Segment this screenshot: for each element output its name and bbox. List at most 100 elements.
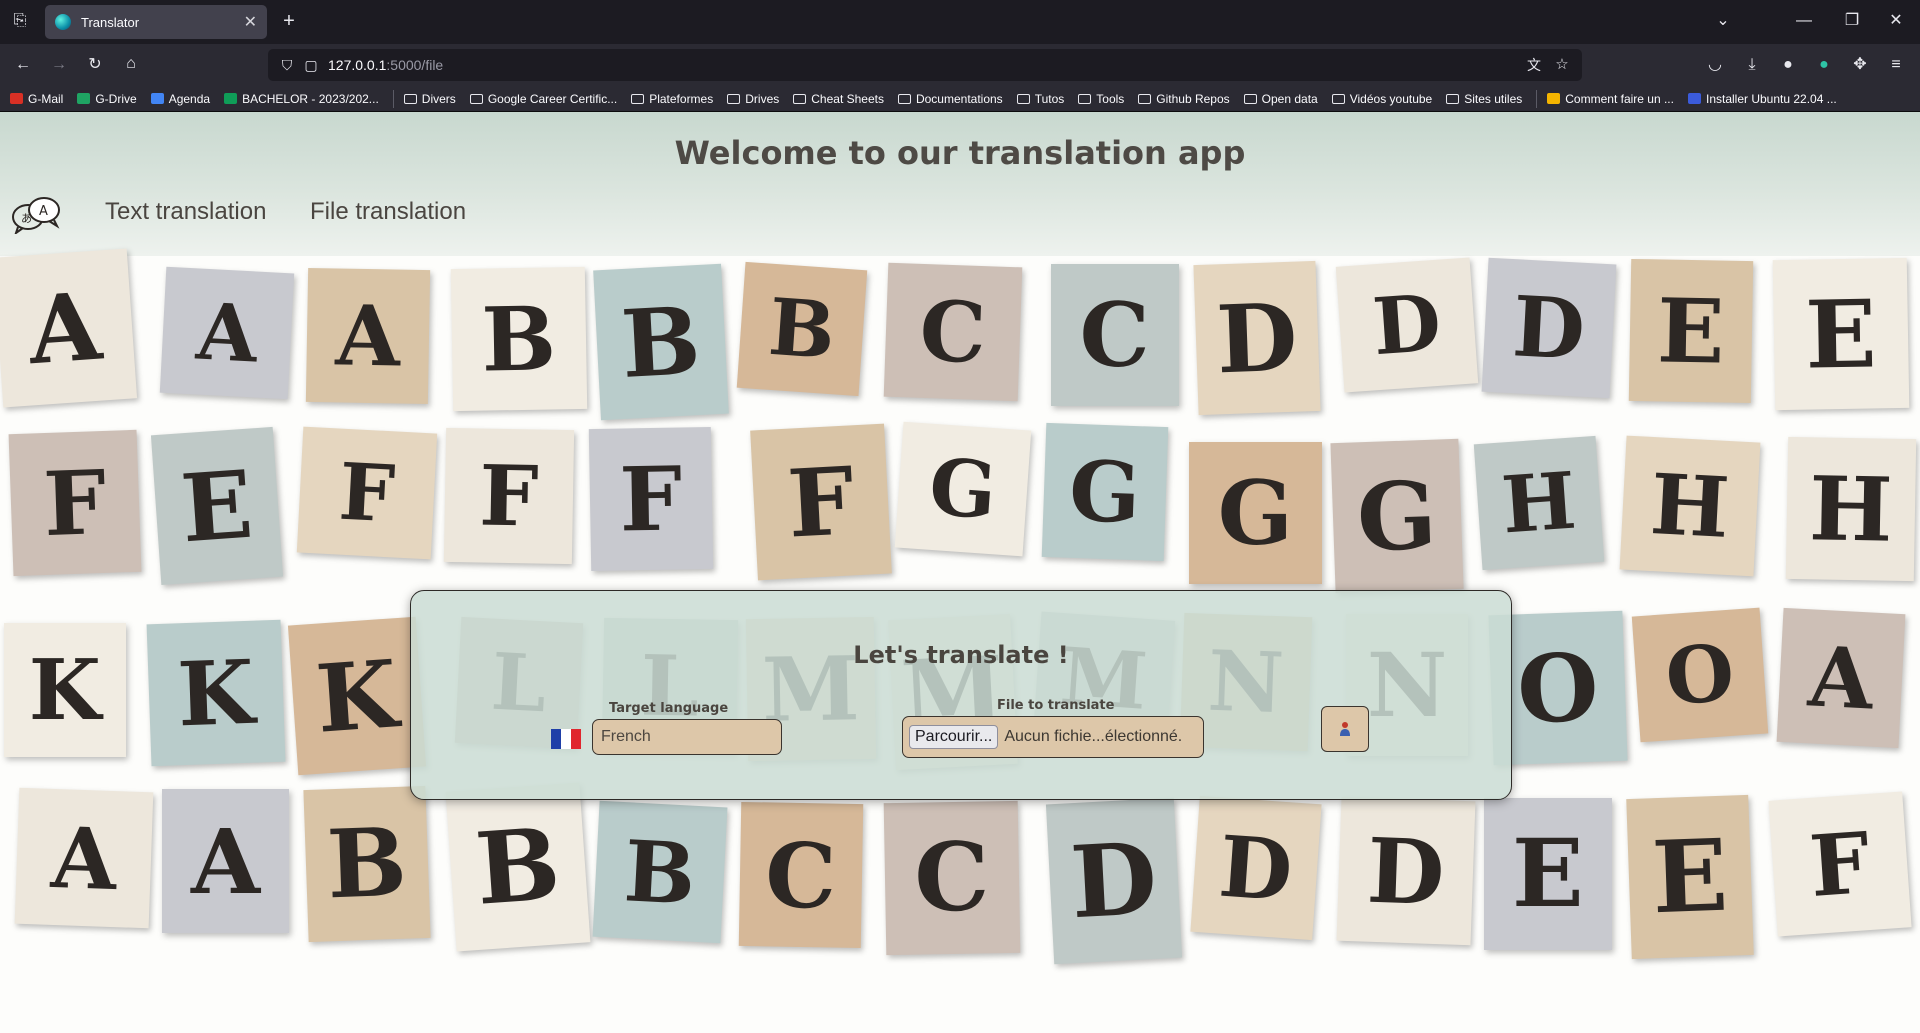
url-text: 127.0.0.1:5000/file	[328, 57, 444, 73]
folder-icon	[897, 93, 911, 104]
nav-file-translation[interactable]: File translation	[310, 198, 466, 226]
translate-card: Let's translate ! Target language French…	[410, 590, 1512, 800]
letter-scrap: F	[443, 427, 574, 565]
bookmark-label: Documentations	[915, 91, 1003, 106]
french-flag-icon	[551, 729, 581, 749]
bookmark-item[interactable]: Installer Ubuntu 22.04 ...	[1687, 92, 1837, 106]
letter-scrap: B	[445, 782, 591, 952]
bookmark-label: Google Career Certific...	[487, 91, 618, 106]
bookmark-item[interactable]: Plateformes	[631, 92, 713, 106]
letter-scrap: E	[1483, 798, 1612, 950]
letter-scrap: A	[159, 266, 294, 400]
translate-logo-icon[interactable]: A あ	[10, 194, 62, 234]
page-icon	[1687, 93, 1701, 104]
bookmark-item[interactable]: Github Repos	[1138, 91, 1230, 106]
reload-icon[interactable]: ↻	[84, 55, 106, 75]
translate-submit-button[interactable]	[1321, 706, 1369, 752]
letter-scrap: D	[1045, 797, 1182, 965]
bookmark-item[interactable]: G-Drive	[77, 92, 137, 106]
letter-scrap: G	[894, 421, 1032, 557]
card-heading: Let's translate !	[853, 641, 1069, 669]
bookmark-label: G-Mail	[28, 91, 64, 106]
browse-button[interactable]: Parcourir...	[909, 725, 999, 749]
letter-scrap: A	[306, 267, 431, 405]
letter-scrap: D	[1481, 257, 1617, 399]
file-input[interactable]: Parcourir... Aucun fichie...électionné.	[902, 716, 1204, 758]
forward-icon[interactable]: →	[48, 55, 70, 75]
bookmark-item[interactable]: G-Mail	[10, 92, 63, 106]
letter-scrap: D	[1336, 796, 1476, 946]
bookmark-item[interactable]: BACHELOR - 2023/202...	[224, 92, 379, 106]
letter-scrap: K	[4, 623, 126, 757]
bookmark-item[interactable]: Divers	[403, 91, 456, 106]
letter-scrap: F	[8, 429, 142, 577]
letter-scrap: B	[303, 785, 431, 943]
letter-scrap: D	[1335, 257, 1479, 393]
home-icon[interactable]: ⌂	[120, 54, 142, 74]
letter-scrap: O	[1631, 607, 1768, 743]
tab-list-icon[interactable]: ⎘	[9, 11, 31, 31]
page-info-icon[interactable]: ▢	[300, 55, 322, 75]
folder-icon	[793, 93, 807, 104]
bookmark-item[interactable]: Sites utiles	[1446, 92, 1522, 106]
folder-icon	[1243, 93, 1257, 104]
shield-icon[interactable]: ⛉	[276, 55, 298, 75]
bookmark-item[interactable]: Tools	[1078, 92, 1124, 106]
letter-scrap: H	[1786, 436, 1917, 582]
letter-scrap: C	[883, 800, 1021, 956]
bookmark-label: Comment faire un ...	[1565, 91, 1674, 106]
bookmark-item[interactable]: Drives	[727, 92, 779, 106]
bookmark-label: Github Repos	[1156, 91, 1230, 106]
bookmark-item[interactable]: Google Career Certific...	[469, 91, 618, 106]
site-header: Welcome to our translation app A あ Text …	[0, 112, 1920, 256]
gmail-icon	[10, 93, 23, 104]
minimize-icon[interactable]: —	[1793, 11, 1815, 31]
new-tab-button[interactable]: +	[278, 11, 300, 31]
extension-a-icon[interactable]: ●	[1813, 55, 1835, 75]
back-icon[interactable]: ←	[12, 55, 34, 75]
target-language-select[interactable]: French	[592, 719, 782, 755]
bookmark-star-icon[interactable]: ☆	[1551, 55, 1573, 75]
bookmark-item[interactable]: Vidéos youtube	[1331, 92, 1432, 106]
nav-text-translation[interactable]: Text translation	[105, 198, 266, 226]
bookmark-item[interactable]: Comment faire un ...	[1547, 92, 1674, 106]
bookmark-label: Tutos	[1034, 91, 1065, 106]
chevron-down-icon[interactable]: ⌄	[1712, 11, 1734, 31]
page-icon	[1547, 93, 1561, 104]
bookmark-item[interactable]: Cheat Sheets	[793, 92, 884, 106]
bookmark-label: Tools	[1096, 91, 1125, 106]
letter-scrap: K	[146, 619, 285, 767]
folder-icon	[1138, 93, 1152, 104]
letter-scrap: A	[0, 248, 137, 408]
bookmarks-toolbar: G-Mail G-Drive Agenda BACHELOR - 2023/202..…	[0, 86, 1920, 112]
bookmark-item[interactable]: Open data	[1243, 92, 1318, 106]
page-title: Welcome to our translation app	[674, 134, 1246, 172]
bookmark-item[interactable]: Documentations	[897, 91, 1003, 106]
window-close-icon[interactable]: ✕	[1885, 11, 1907, 31]
sheets-icon	[224, 93, 238, 104]
restore-icon[interactable]: ❐	[1841, 11, 1863, 31]
menu-icon[interactable]: ≡	[1885, 55, 1907, 75]
browser-tab[interactable]: Translator ✕	[45, 5, 267, 39]
extensions-icon[interactable]: ✥	[1849, 55, 1871, 75]
folder-icon	[1016, 93, 1030, 104]
letter-scrap: B	[592, 800, 727, 944]
folder-icon	[403, 93, 417, 104]
bookmark-item[interactable]: Tutos	[1016, 91, 1065, 106]
letter-scrap: H	[1473, 435, 1604, 571]
bookmark-label: Agenda	[168, 91, 211, 106]
browser-nav-bar: ← → ↻ ⌂ ⛉ ▢ 127.0.0.1:5000/file 文 ☆ ◡ ⤓ …	[0, 44, 1920, 86]
url-bar[interactable]: ⛉ ▢ 127.0.0.1:5000/file 文 ☆	[268, 49, 1582, 81]
bookmark-item[interactable]: Agenda	[150, 91, 211, 106]
bookmark-label: Sites utiles	[1464, 91, 1523, 106]
close-icon[interactable]: ✕	[244, 12, 257, 32]
download-icon[interactable]: ⤓	[1741, 55, 1763, 75]
pocket-icon[interactable]: ◡	[1704, 55, 1726, 75]
web-page: Welcome to our translation app A あ Text …	[0, 112, 1920, 1033]
extension-c-icon[interactable]: ●	[1777, 55, 1799, 75]
language-value: French	[601, 728, 651, 745]
letter-scrap: B	[450, 266, 587, 412]
translate-icon[interactable]: 文	[1523, 55, 1545, 75]
bookmark-label: Divers	[421, 91, 456, 106]
bookmark-label: BACHELOR - 2023/202...	[242, 91, 379, 106]
